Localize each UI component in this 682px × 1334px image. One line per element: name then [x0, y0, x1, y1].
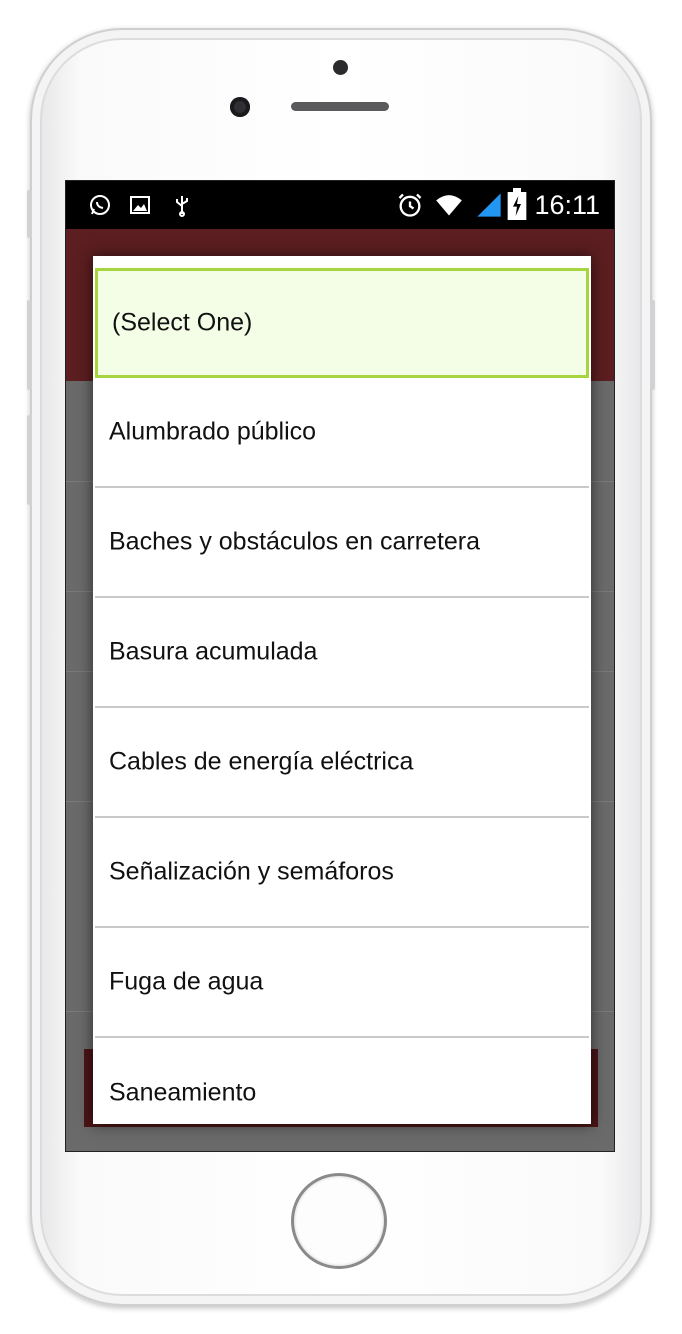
option-fuga-agua[interactable]: Fuga de agua — [95, 928, 589, 1038]
option-label: Saneamiento — [109, 1078, 257, 1107]
option-label: Baches y obstáculos en carretera — [109, 527, 481, 556]
option-saneamiento[interactable]: Saneamiento — [95, 1038, 589, 1124]
option-label: Fuga de agua — [109, 967, 264, 996]
option-senalizacion[interactable]: Señalización y semáforos — [95, 818, 589, 928]
option-cables[interactable]: Cables de energía eléctrica — [95, 708, 589, 818]
option-baches[interactable]: Baches y obstáculos en carretera — [95, 488, 589, 598]
home-button[interactable] — [291, 1173, 387, 1269]
status-bar: 16:11 — [66, 181, 614, 229]
whatsapp-icon — [90, 195, 110, 215]
front-camera — [230, 97, 250, 117]
earpiece-speaker — [291, 102, 389, 111]
volume-up-button — [27, 300, 32, 390]
selection-dialog: (Select One) Alumbrado público Baches y … — [93, 256, 591, 1124]
usb-icon — [176, 196, 188, 217]
mute-switch — [27, 190, 32, 238]
option-alumbrado-publico[interactable]: Alumbrado público — [95, 378, 589, 488]
status-time: 16:11 — [534, 190, 600, 220]
image-icon — [130, 196, 150, 214]
option-label: Basura acumulada — [109, 637, 318, 666]
option-select-one[interactable]: (Select One) — [95, 268, 589, 378]
proximity-sensor — [333, 60, 348, 75]
alarm-icon — [398, 193, 422, 217]
power-button — [650, 300, 655, 390]
option-basura[interactable]: Basura acumulada — [95, 598, 589, 708]
option-label: Señalización y semáforos — [109, 857, 394, 886]
volume-down-button — [27, 415, 32, 505]
option-label: (Select One) — [112, 308, 253, 337]
battery-charging-icon — [507, 188, 527, 220]
option-label: Alumbrado público — [109, 417, 317, 446]
wifi-icon — [436, 195, 462, 216]
option-label: Cables de energía eléctrica — [109, 747, 414, 776]
signal-icon — [477, 193, 501, 217]
